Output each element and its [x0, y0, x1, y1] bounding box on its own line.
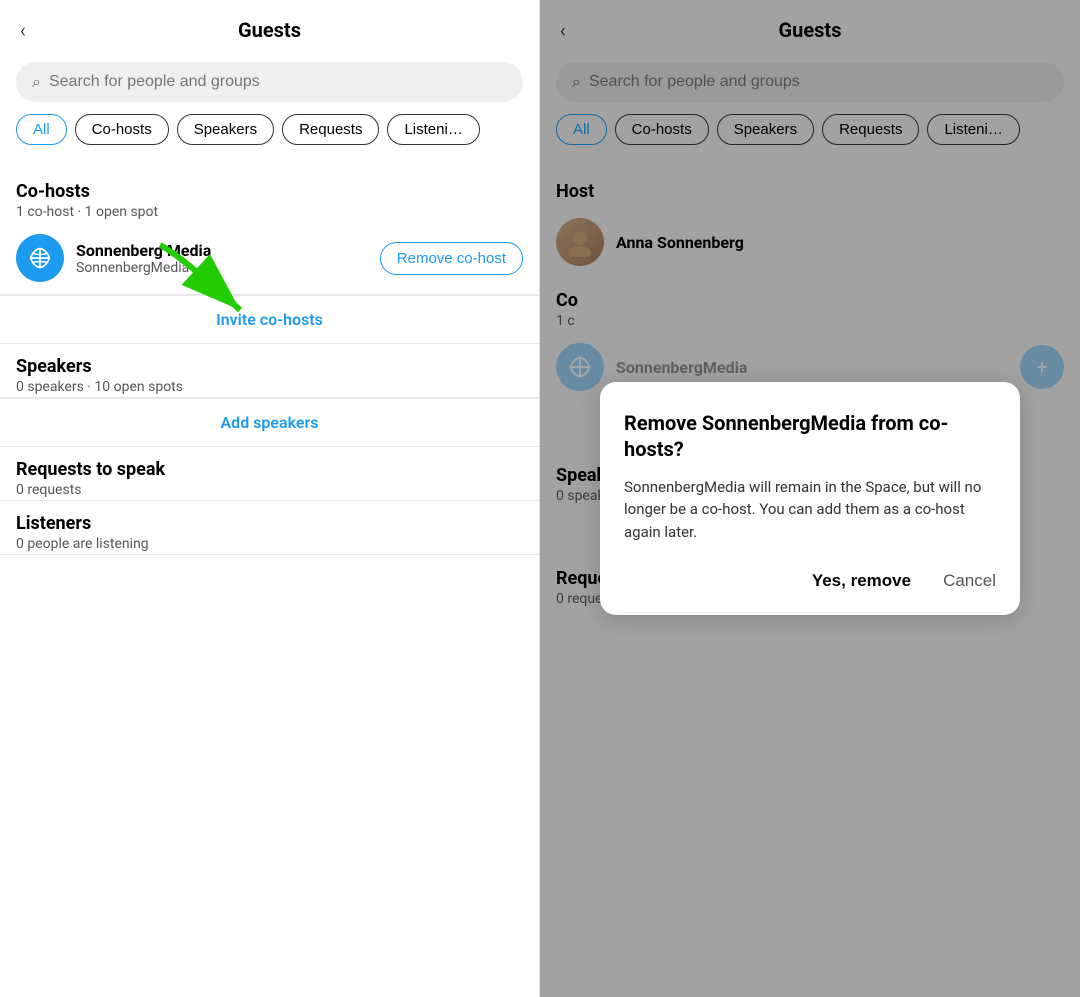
left-title: Guests: [238, 18, 301, 42]
left-requests-section: Requests to speak 0 requests: [0, 447, 539, 500]
left-sonnenberg-avatar: [16, 234, 64, 282]
left-header: ‹ Guests: [0, 0, 539, 54]
modal-overlay: Remove SonnenbergMedia from co-hosts? So…: [540, 0, 1080, 997]
modal-title: Remove SonnenbergMedia from co-hosts?: [624, 410, 996, 462]
left-sonnenberg-handle: SonnenbergMedia: [76, 260, 368, 276]
left-divider-6: [0, 554, 539, 555]
modal-body: SonnenbergMedia will remain in the Space…: [624, 476, 996, 544]
left-sonnenberg-info: Sonnenberg Media SonnenbergMedia: [76, 241, 368, 276]
right-panel: ‹ Guests ⌕ All Co-hosts Speakers Request…: [540, 0, 1080, 997]
left-search-icon: ⌕: [32, 72, 41, 92]
left-speakers-subtitle: 0 speakers · 10 open spots: [16, 379, 523, 395]
modal-confirm-button[interactable]: Yes, remove: [812, 567, 911, 595]
left-tab-all[interactable]: All: [16, 114, 67, 145]
left-tab-cohosts[interactable]: Co-hosts: [75, 114, 169, 145]
left-tab-requests[interactable]: Requests: [282, 114, 379, 145]
left-cohosts-section: Co-hosts 1 co-host · 1 open spot: [0, 169, 539, 222]
left-tab-speakers[interactable]: Speakers: [177, 114, 274, 145]
left-search-input[interactable]: [49, 73, 507, 91]
left-requests-subtitle: 0 requests: [16, 482, 523, 498]
left-search-bar[interactable]: ⌕: [16, 62, 523, 102]
left-back-button[interactable]: ‹: [20, 18, 26, 42]
left-invite-cohosts-link[interactable]: Invite co-hosts: [0, 295, 539, 343]
remove-cohost-modal: Remove SonnenbergMedia from co-hosts? So…: [600, 382, 1020, 616]
left-panel: ‹ Guests ⌕ All Co-hosts Speakers Request…: [0, 0, 540, 997]
left-listeners-section: Listeners 0 people are listening: [0, 501, 539, 554]
left-listeners-title: Listeners: [16, 513, 523, 534]
left-listeners-subtitle: 0 people are listening: [16, 536, 523, 552]
left-tab-listeners[interactable]: Listeni…: [387, 114, 479, 145]
left-speakers-section: Speakers 0 speakers · 10 open spots: [0, 344, 539, 397]
left-requests-title: Requests to speak: [16, 459, 523, 480]
left-filter-tabs: All Co-hosts Speakers Requests Listeni…: [0, 114, 539, 161]
remove-cohost-button[interactable]: Remove co-host: [380, 242, 523, 275]
left-cohosts-subtitle: 1 co-host · 1 open spot: [16, 204, 523, 220]
modal-actions: Yes, remove Cancel: [624, 567, 996, 595]
left-add-speakers-link[interactable]: Add speakers: [0, 398, 539, 446]
left-content: Co-hosts 1 co-host · 1 open spot: [0, 161, 539, 997]
left-speakers-title: Speakers: [16, 356, 523, 377]
left-sonnenberg-name: Sonnenberg Media: [76, 241, 368, 260]
modal-cancel-button[interactable]: Cancel: [943, 567, 996, 595]
left-sonnenberg-row: Sonnenberg Media SonnenbergMedia Remove …: [0, 222, 539, 294]
left-cohosts-title: Co-hosts: [16, 181, 523, 202]
